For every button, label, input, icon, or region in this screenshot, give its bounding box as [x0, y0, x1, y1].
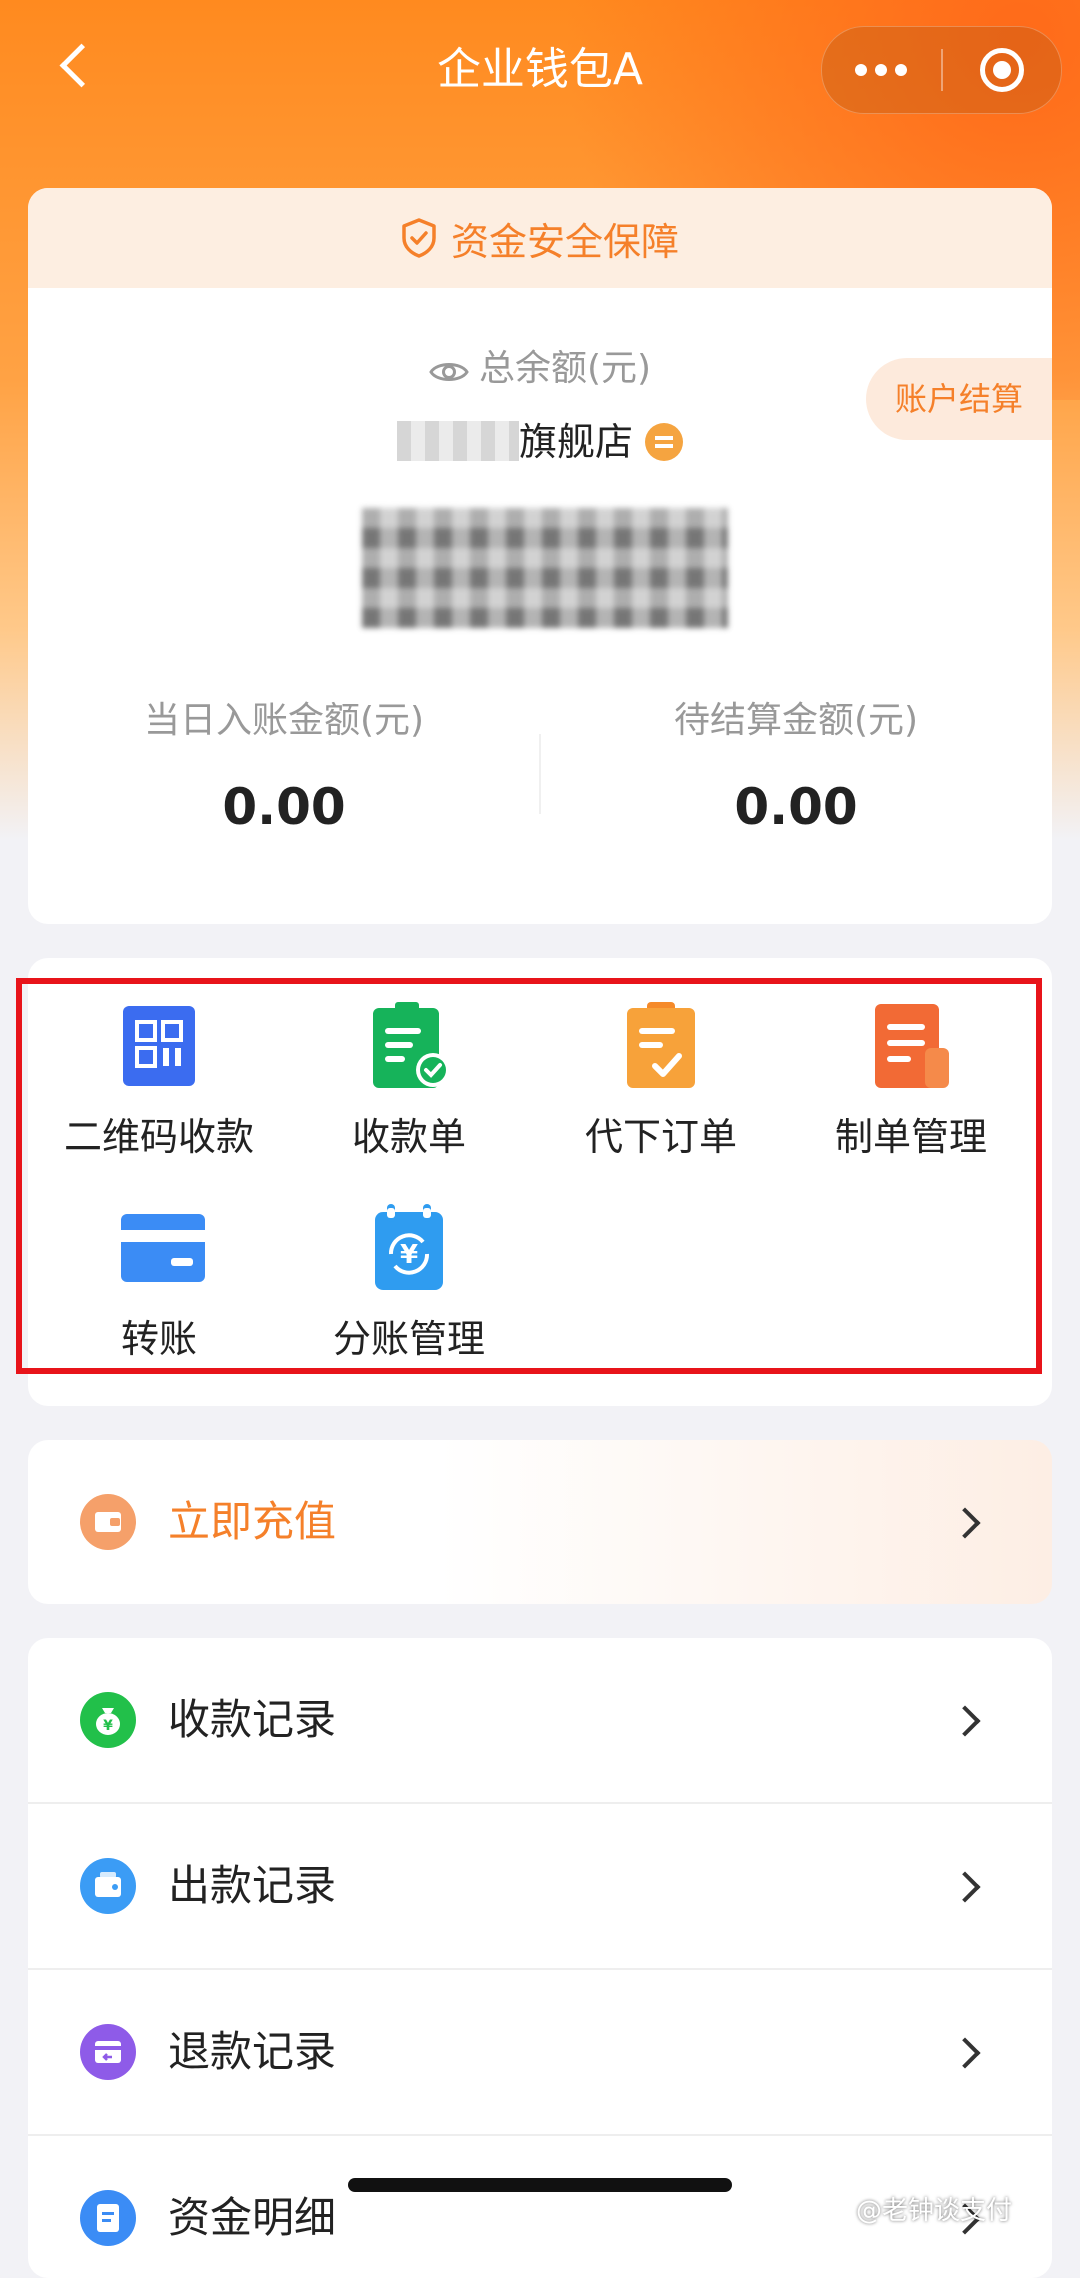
chevron-right-icon [949, 1871, 981, 1903]
target-close-icon[interactable] [943, 27, 1061, 113]
red-highlight-frame [16, 978, 1042, 1374]
chevron-right-icon [949, 1705, 981, 1737]
recharge-row[interactable]: 立即充值 [28, 1440, 1052, 1604]
list-item-label: 资金明细 [168, 2193, 337, 2242]
navigation-bar: 企业钱包A [0, 0, 1080, 140]
today-income-stat: 当日入账金额(元) 0.00 [28, 696, 540, 842]
today-income-value: 0.00 [222, 778, 346, 836]
pending-settle-stat: 待结算金额(元) 0.00 [540, 696, 1052, 842]
safety-banner[interactable]: 资金安全保障 [28, 188, 1052, 288]
list-item-payout-records[interactable]: 出款记录 [28, 1804, 1052, 1970]
chevron-right-icon [949, 1507, 981, 1539]
wallet-recharge-icon [80, 1494, 136, 1550]
balance-card: 资金安全保障 账户结算 总余额(元) 旗舰店 当日入账金额(元) 0.00 待结… [28, 188, 1052, 924]
shield-check-icon [402, 218, 436, 258]
shop-switcher[interactable]: 旗舰店 [28, 416, 1052, 468]
shop-name: 旗舰店 [518, 420, 633, 464]
list-item-label: 退款记录 [168, 2027, 337, 2076]
chevron-right-icon [949, 2037, 981, 2069]
pending-settle-label: 待结算金额(元) [673, 700, 919, 741]
total-label-text: 总余额(元) [478, 348, 652, 389]
total-balance-label[interactable]: 总余额(元) [28, 344, 1052, 394]
switch-icon[interactable] [645, 423, 683, 461]
shop-name-redacted [396, 421, 519, 461]
list-item-refund-records[interactable]: 退款记录 [28, 1970, 1052, 2136]
list-item-receipt-records[interactable]: ¥ 收款记录 [28, 1638, 1052, 1804]
wallet-icon [80, 1858, 136, 1914]
total-amount-redacted [362, 508, 728, 628]
safety-text: 资金安全保障 [450, 219, 679, 264]
more-dots-icon[interactable] [822, 27, 941, 113]
list-item-label: 收款记录 [168, 1695, 337, 1744]
watermark: @老钟谈支付 [856, 2196, 1013, 2226]
money-bag-icon: ¥ [80, 1692, 136, 1748]
pending-settle-value: 0.00 [734, 778, 858, 836]
list-item-label: 出款记录 [168, 1861, 337, 1910]
refund-icon [80, 2024, 136, 2080]
recharge-label: 立即充值 [168, 1497, 337, 1546]
home-indicator [348, 2178, 732, 2192]
svg-text:¥: ¥ [103, 1718, 113, 1734]
detail-icon [80, 2190, 136, 2246]
miniprogram-capsule [821, 26, 1062, 114]
today-income-label: 当日入账金额(元) [143, 700, 425, 741]
eye-icon[interactable] [429, 358, 469, 386]
